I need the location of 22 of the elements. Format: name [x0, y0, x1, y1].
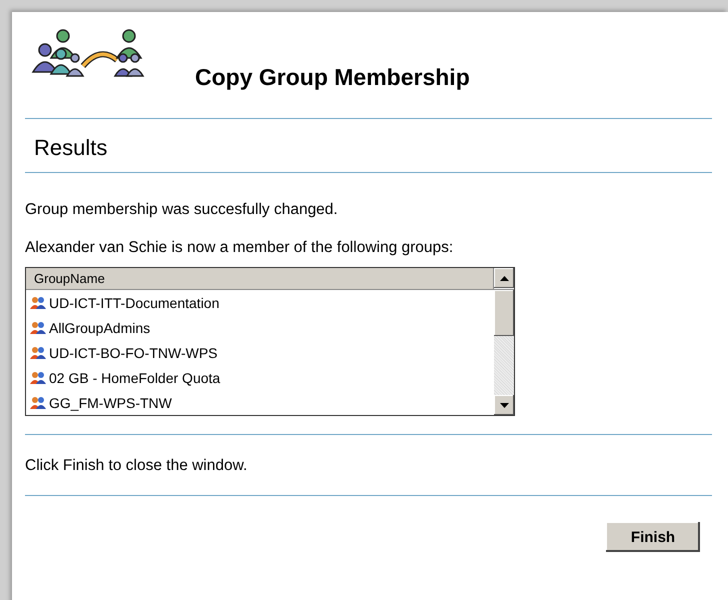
group-icon	[30, 396, 46, 409]
instruction-text: Click Finish to close the window.	[25, 457, 248, 475]
group-icon	[30, 321, 46, 334]
down-arrow-icon	[500, 402, 508, 408]
scrollbar[interactable]	[494, 290, 514, 415]
list-item[interactable]: UD-ICT-BO-FO-TNW-WPS	[26, 340, 494, 365]
section-title: Results	[33, 134, 108, 162]
up-arrow-icon	[500, 276, 508, 280]
finish-button[interactable]: Finish	[606, 522, 700, 552]
message-text: Alexander van Schie is now a member of the following groups:	[25, 239, 454, 257]
message-text: Group membership was succesfully changed.	[25, 201, 339, 219]
scroll-up-button[interactable]	[494, 268, 514, 288]
group-icon	[30, 346, 46, 359]
list-item[interactable]: GG_FM-WPS-TNW	[26, 390, 494, 415]
column-header[interactable]: GroupName	[26, 268, 494, 289]
list-item[interactable]: 02 GB - HomeFolder Quota	[26, 365, 494, 390]
dialog-title: Copy Group Membership	[195, 64, 470, 91]
scroll-down-button[interactable]	[494, 395, 514, 415]
list-item[interactable]: UD-ICT-ITT-Documentation	[26, 290, 494, 315]
list-item[interactable]: AllGroupAdmins	[26, 315, 494, 340]
group-icon	[30, 296, 46, 309]
group-icon	[30, 371, 46, 384]
